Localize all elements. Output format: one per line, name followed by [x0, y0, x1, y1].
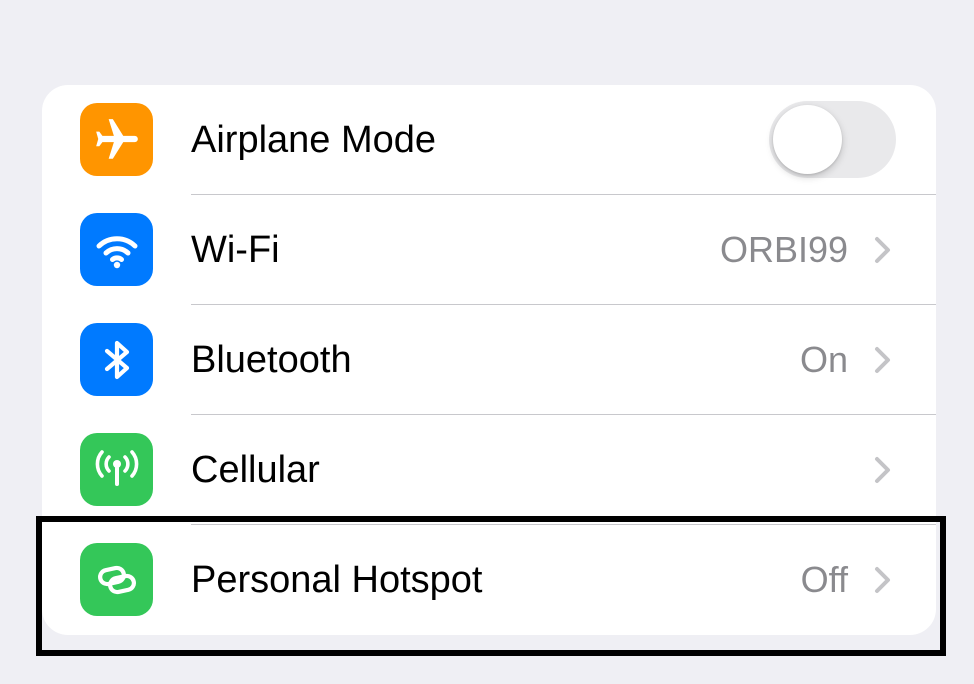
chevron-right-icon — [875, 347, 890, 373]
hotspot-link-icon — [80, 543, 153, 616]
settings-row-cellular[interactable]: Cellular — [42, 415, 936, 525]
chevron-right-icon — [875, 237, 890, 263]
airplane-icon — [80, 103, 153, 176]
toggle-knob — [773, 105, 842, 174]
settings-row-personal-hotspot[interactable]: Personal Hotspot Off — [42, 525, 936, 635]
airplane-mode-label: Airplane Mode — [191, 119, 437, 161]
chevron-right-icon — [875, 567, 890, 593]
cellular-antenna-icon — [80, 433, 153, 506]
settings-row-wifi[interactable]: Wi-Fi ORBI99 — [42, 195, 936, 305]
airplane-mode-toggle[interactable] — [769, 101, 896, 178]
settings-group-card: Airplane Mode Wi-Fi ORBI99 Bluetooth On … — [42, 85, 936, 635]
wifi-label: Wi-Fi — [191, 229, 280, 271]
bluetooth-icon — [80, 323, 153, 396]
cellular-label: Cellular — [191, 449, 320, 491]
settings-row-bluetooth[interactable]: Bluetooth On — [42, 305, 936, 415]
bluetooth-label: Bluetooth — [191, 339, 352, 381]
settings-row-airplane-mode[interactable]: Airplane Mode — [42, 85, 936, 195]
personal-hotspot-status-value: Off — [800, 559, 848, 600]
wifi-network-value: ORBI99 — [719, 229, 848, 270]
chevron-right-icon — [875, 457, 890, 483]
personal-hotspot-label: Personal Hotspot — [191, 559, 483, 601]
wifi-icon — [80, 213, 153, 286]
bluetooth-status-value: On — [799, 339, 848, 380]
